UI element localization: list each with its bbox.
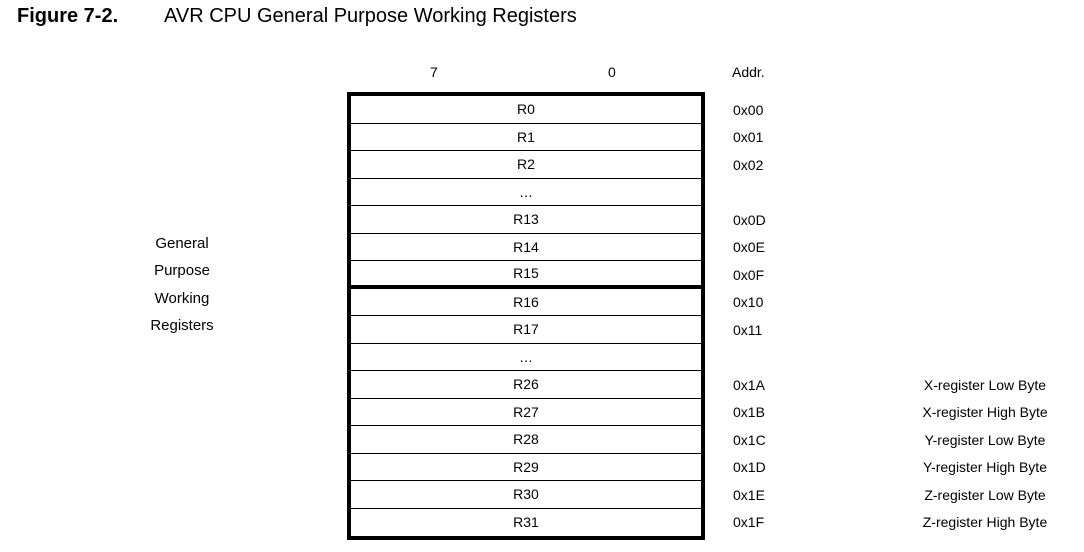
register-note: X-register Low Byte <box>923 376 1047 393</box>
address-column-header: Addr. <box>732 64 765 80</box>
side-label-line-3: Working <box>154 290 210 307</box>
address-value: 0x1C <box>733 431 766 448</box>
register-row: R13 <box>351 206 701 234</box>
register-note <box>900 124 1070 152</box>
address-value: 0x1E <box>733 486 765 503</box>
address-value <box>733 344 793 372</box>
register-file: R0 R1 R2 … R13 R14 R15 R16 R17 … R26 R27… <box>347 92 705 540</box>
register-row: R15 <box>351 261 701 289</box>
register-row-ellipsis: … <box>351 179 701 206</box>
address-value: 0x11 <box>733 321 763 338</box>
register-note <box>900 234 1070 262</box>
register-row: R30 <box>351 481 701 509</box>
register-row: R28 <box>351 426 701 454</box>
register-note: X-register High Byte <box>922 404 1048 421</box>
address-value: 0x1B <box>733 404 765 421</box>
register-row: R29 <box>351 454 701 481</box>
side-label-line-2: Purpose <box>154 262 210 279</box>
bit-0-label: 0 <box>608 64 616 80</box>
address-value: 0x0D <box>733 211 766 228</box>
register-note <box>900 96 1070 124</box>
register-note <box>900 316 1070 344</box>
register-row: R0 <box>351 96 701 124</box>
address-value: 0x1D <box>733 459 766 476</box>
address-value: 0x0F <box>733 266 765 283</box>
register-note: Y-register Low Byte <box>924 431 1046 448</box>
register-row-ellipsis: … <box>351 344 701 371</box>
register-row: R17 <box>351 316 701 344</box>
address-value: 0x1F <box>733 514 765 531</box>
address-value: 0x1A <box>733 376 765 393</box>
address-column: 0x00 0x01 0x02 0x0D 0x0E 0x0F 0x10 0x11 … <box>733 96 793 536</box>
register-note <box>900 261 1070 289</box>
register-row: R2 <box>351 151 701 179</box>
address-value: 0x01 <box>733 129 764 146</box>
register-note <box>900 289 1070 317</box>
register-note: Z-register High Byte <box>922 514 1048 531</box>
address-value: 0x0E <box>733 239 765 256</box>
register-row: R27 <box>351 399 701 426</box>
register-note: Z-register Low Byte <box>924 486 1046 503</box>
figure-number: Figure 7-2. <box>17 5 119 27</box>
register-note <box>900 344 1070 372</box>
register-row: R16 <box>351 289 701 316</box>
address-value: 0x02 <box>733 156 764 173</box>
register-row: R31 <box>513 514 539 531</box>
bit-7-label: 7 <box>430 64 438 80</box>
address-value: 0x00 <box>733 101 764 118</box>
register-row: R14 <box>351 234 701 261</box>
pointer-register-notes: X-register Low Byte X-register High Byte… <box>900 96 1070 536</box>
figure-title: AVR CPU General Purpose Working Register… <box>164 5 577 27</box>
register-note: Y-register High Byte <box>923 459 1047 476</box>
address-value <box>733 179 793 207</box>
register-row: R26 <box>351 371 701 399</box>
side-label-line-4: Registers <box>150 317 214 334</box>
register-note <box>900 151 1070 179</box>
register-note <box>900 206 1070 234</box>
register-row: R1 <box>351 124 701 151</box>
address-value: 0x10 <box>733 294 764 311</box>
register-note <box>900 179 1070 207</box>
side-label-line-1: General <box>155 235 209 252</box>
